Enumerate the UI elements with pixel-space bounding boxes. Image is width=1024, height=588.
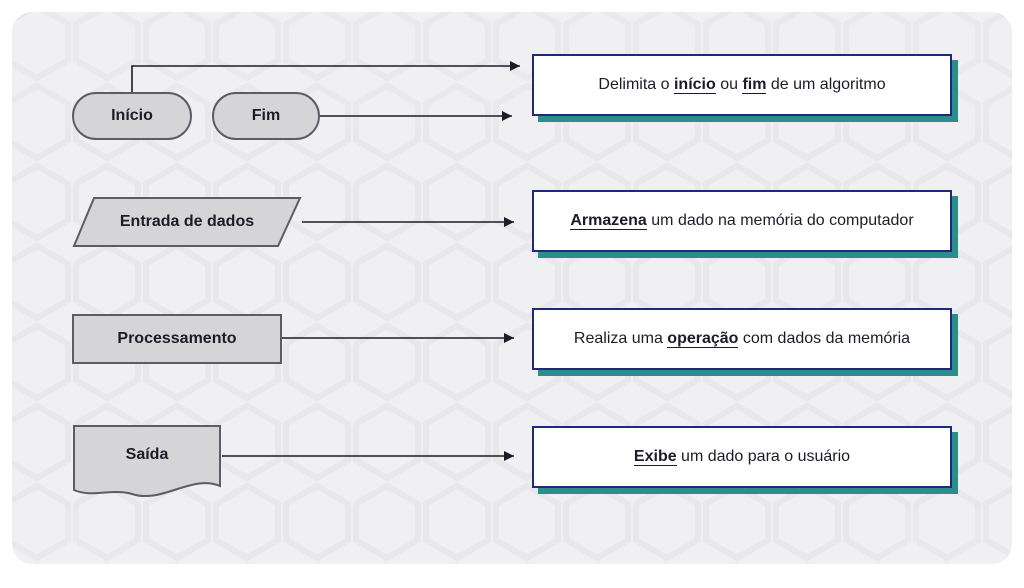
text: Delimita o [598,76,674,93]
text: um dado na memória do computador [647,212,914,229]
keyword-armazena: Armazena [570,212,646,230]
arrow-entrada [302,216,532,230]
document-saida-label: Saída [72,424,222,486]
text: Realiza uma [574,330,667,347]
desc-terminator: Delimita o início ou fim de um algoritmo [532,54,952,116]
text: com dados da memória [738,330,910,347]
keyword-exibe: Exibe [634,448,677,466]
text: de um algoritmo [766,76,885,93]
keyword-fim: fim [742,76,766,94]
desc-processamento: Realiza uma operação com dados da memóri… [532,308,952,370]
diagram-canvas: Início Fim Delimita o início ou fim de u… [12,12,1012,564]
keyword-operacao: operação [667,330,738,348]
text: um dado para o usuário [677,448,850,465]
arrow-inicio [132,62,532,102]
arrow-saida [222,450,532,464]
keyword-inicio: início [674,76,716,94]
parallelogram-entrada-label: Entrada de dados [72,196,302,248]
arrow-fim [320,110,530,124]
desc-entrada: Armazena um dado na memória do computado… [532,190,952,252]
text: ou [716,76,743,93]
desc-saida: Exibe um dado para o usuário [532,426,952,488]
rect-processamento: Processamento [72,314,282,364]
arrow-processamento [282,332,532,346]
